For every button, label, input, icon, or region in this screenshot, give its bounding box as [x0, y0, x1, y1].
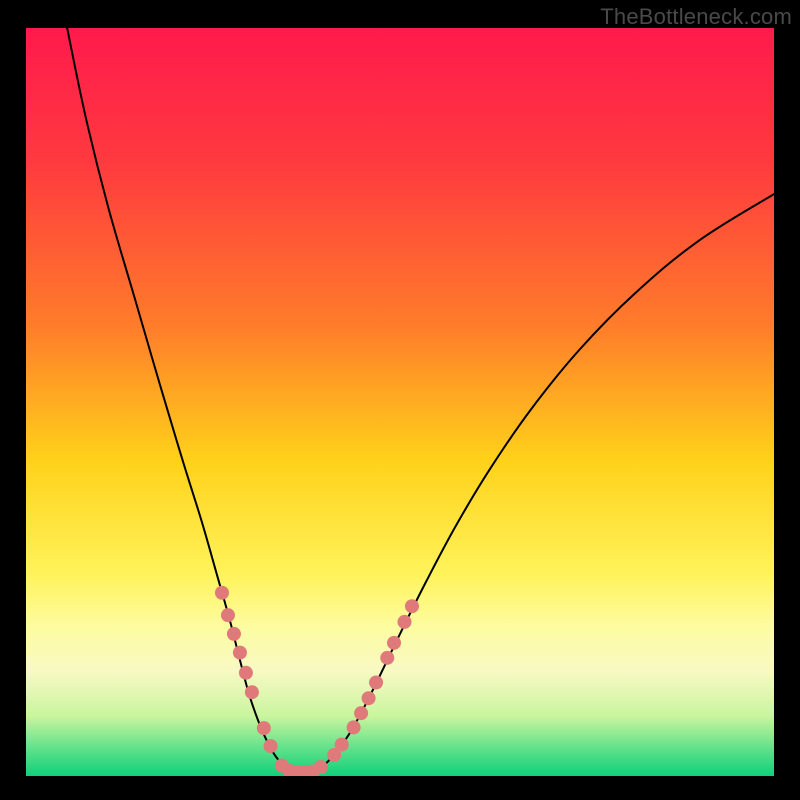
data-marker	[347, 720, 361, 734]
data-marker	[215, 586, 229, 600]
data-marker	[397, 615, 411, 629]
data-marker	[380, 651, 394, 665]
data-marker	[369, 676, 383, 690]
bottleneck-chart	[0, 0, 800, 800]
data-marker	[362, 691, 376, 705]
data-marker	[227, 627, 241, 641]
data-marker	[221, 608, 235, 622]
watermark-text: TheBottleneck.com	[600, 4, 792, 30]
data-marker	[405, 599, 419, 613]
data-marker	[354, 706, 368, 720]
data-marker	[257, 721, 271, 735]
data-marker	[387, 636, 401, 650]
data-marker	[233, 646, 247, 660]
data-marker	[335, 738, 349, 752]
data-marker	[264, 739, 278, 753]
data-marker	[314, 760, 328, 774]
chart-frame: TheBottleneck.com	[0, 0, 800, 800]
plot-background	[26, 28, 774, 776]
data-marker	[239, 666, 253, 680]
data-marker	[245, 685, 259, 699]
